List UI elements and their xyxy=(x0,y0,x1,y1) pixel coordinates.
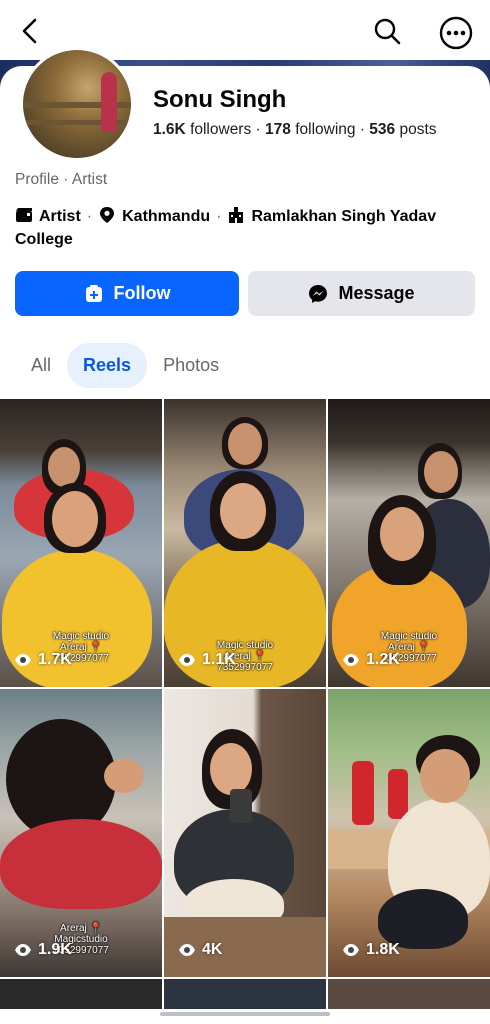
reel-views-count: 1.9K xyxy=(38,941,72,958)
tab-photos[interactable]: Photos xyxy=(147,343,235,388)
reel-thumbnail[interactable]: Magic studio Areraj 📍 7352997077 1.7K xyxy=(0,399,162,687)
message-label: Message xyxy=(338,283,415,303)
profile-stats: 1.6K followers · 178 following · 536 pos… xyxy=(153,121,437,138)
message-button[interactable]: Message xyxy=(248,271,475,316)
reel-views: 1.1K xyxy=(178,651,236,669)
followers-label[interactable]: followers xyxy=(190,121,251,138)
search-icon[interactable] xyxy=(370,14,404,48)
follow-button[interactable]: Follow xyxy=(15,271,239,316)
eye-icon xyxy=(179,654,195,666)
reel-caption-line: Magic studio xyxy=(380,631,438,642)
home-indicator xyxy=(160,1012,330,1016)
reel-thumbnail[interactable] xyxy=(164,979,326,1009)
reel-thumbnail[interactable] xyxy=(0,979,162,1009)
eye-icon xyxy=(343,654,359,666)
eye-icon xyxy=(15,944,31,956)
reel-views-count: 1.7K xyxy=(38,651,72,668)
posts-count: 536 xyxy=(369,121,396,138)
tab-all[interactable]: All xyxy=(15,343,67,388)
profile-name: Sonu Singh xyxy=(153,86,287,113)
reel-thumbnail[interactable]: 4K xyxy=(164,689,326,977)
back-arrow-icon[interactable] xyxy=(14,14,48,48)
reel-views-count: 1.1K xyxy=(202,651,236,668)
profile-category: Profile · Artist xyxy=(15,171,108,188)
eye-icon xyxy=(179,944,195,956)
clapperboard-icon xyxy=(16,208,32,222)
reel-thumbnail[interactable] xyxy=(328,979,490,1009)
reel-thumbnail[interactable]: Areraj 📍 Magicstudio 7352997077 1.9K xyxy=(0,689,162,977)
reel-caption-line: Magic studio xyxy=(216,640,274,651)
more-options-icon[interactable] xyxy=(437,14,475,52)
follow-label: Follow xyxy=(113,283,171,303)
eye-icon xyxy=(15,654,31,666)
following-label[interactable]: following xyxy=(295,121,355,138)
reel-views: 4K xyxy=(178,941,222,959)
messenger-icon xyxy=(309,284,328,303)
add-friend-icon xyxy=(85,284,102,302)
reel-caption-line: Areraj 📍 xyxy=(60,923,102,934)
reel-views-count: 1.8K xyxy=(366,941,400,958)
tab-reels[interactable]: Reels xyxy=(67,343,148,388)
avatar[interactable] xyxy=(20,47,134,161)
reel-views: 1.9K xyxy=(14,941,72,959)
location-text: Kathmandu xyxy=(122,208,211,225)
reel-views: 1.2K xyxy=(342,651,400,669)
reel-thumbnail[interactable]: Magic studio Areraj 📍 7352997077 1.2K xyxy=(328,399,490,687)
reel-thumbnail[interactable]: Magic studio Areraj 📍 7352997077 1.1K xyxy=(164,399,326,687)
profile-details: Artist · Kathmandu · Ramlakhan Singh Yadav… xyxy=(15,207,437,248)
reel-thumbnail[interactable]: 1.8K xyxy=(328,689,490,977)
following-count[interactable]: 178 xyxy=(265,121,291,138)
school-building-icon xyxy=(229,207,244,223)
occupation-text: Artist xyxy=(39,208,81,225)
followers-count[interactable]: 1.6K xyxy=(153,121,186,138)
reel-views: 1.8K xyxy=(342,941,400,959)
reel-views-count: 4K xyxy=(202,941,223,958)
content-tabs: All Reels Photos xyxy=(15,343,235,388)
reel-caption-line: Magic studio xyxy=(52,631,110,642)
reel-views: 1.7K xyxy=(14,651,72,669)
eye-icon xyxy=(343,944,359,956)
posts-label: posts xyxy=(399,121,437,138)
location-pin-icon xyxy=(100,207,115,223)
reel-views-count: 1.2K xyxy=(366,651,400,668)
